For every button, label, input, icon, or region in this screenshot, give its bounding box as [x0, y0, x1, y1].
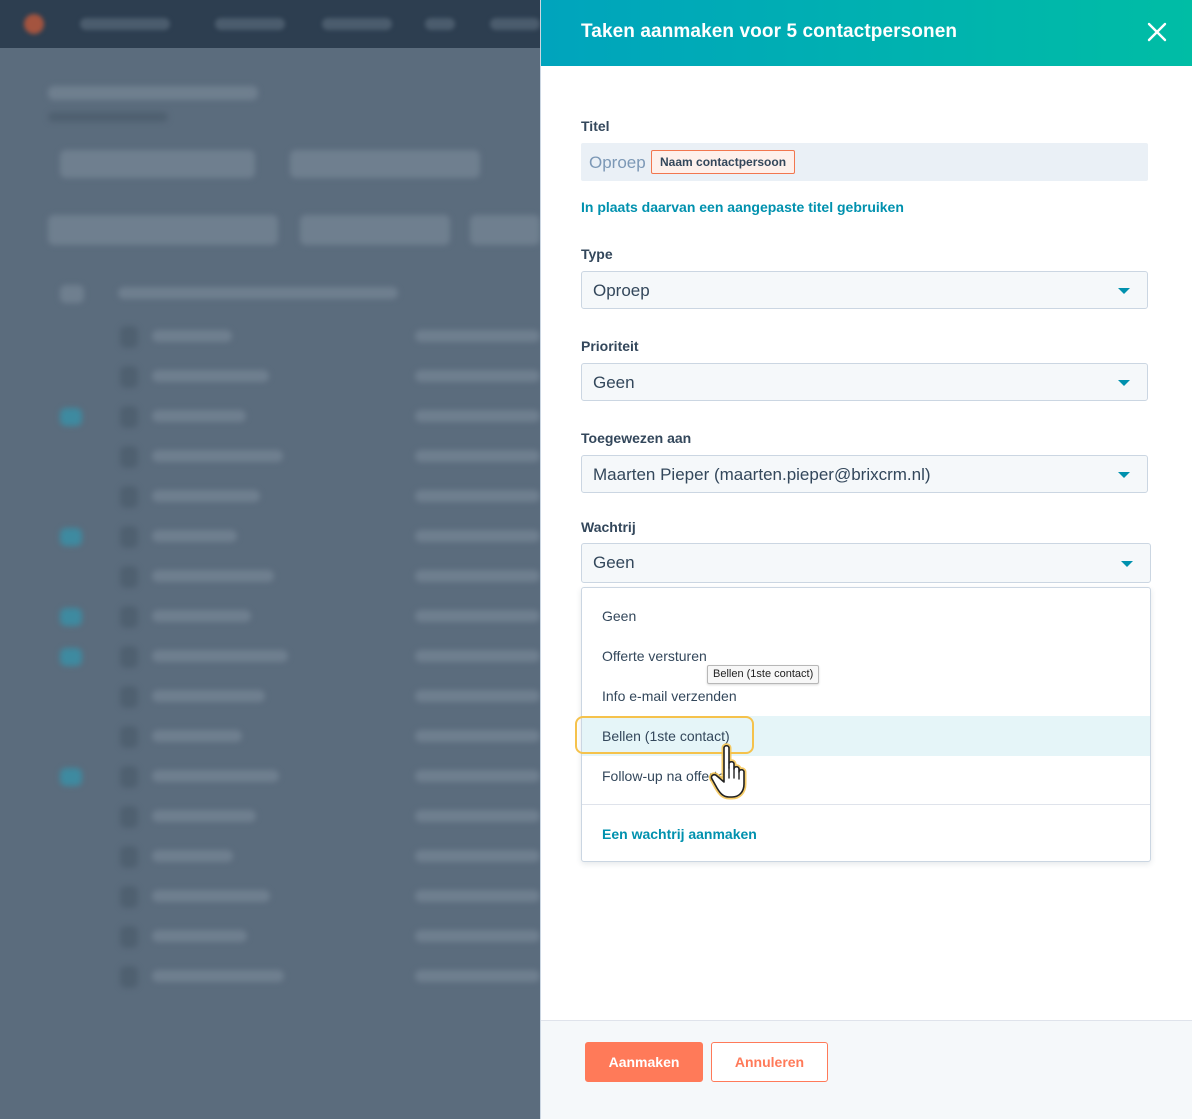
- queue-option[interactable]: Info e-mail verzenden: [582, 676, 1150, 716]
- create-tasks-panel: Taken aanmaken voor 5 contactpersonen Ti…: [540, 0, 1192, 1119]
- type-select[interactable]: Oproep: [581, 271, 1148, 309]
- background-row: [0, 318, 540, 358]
- background-row: [0, 598, 540, 638]
- background-row: [0, 558, 540, 598]
- panel-title: Taken aanmaken voor 5 contactpersonen: [581, 21, 958, 42]
- close-button[interactable]: [1143, 18, 1171, 46]
- queue-option-label: Info e-mail verzenden: [602, 688, 737, 704]
- background-row: [0, 758, 540, 798]
- create-queue-link[interactable]: Een wachtrij aanmaken: [602, 826, 757, 842]
- background-app: [0, 0, 540, 1119]
- contact-name-token[interactable]: Naam contactpersoon: [651, 150, 796, 174]
- background-top-nav: [0, 0, 540, 48]
- title-prefix: Oproep: [589, 153, 646, 172]
- background-row: [0, 678, 540, 718]
- caret-down-icon: [1118, 288, 1130, 294]
- create-button[interactable]: Aanmaken: [585, 1042, 703, 1082]
- queue-label: Wachtrij: [581, 519, 636, 535]
- priority-label: Prioriteit: [581, 338, 639, 354]
- panel-footer: Aanmaken Annuleren: [541, 1020, 1192, 1119]
- caret-down-icon: [1118, 472, 1130, 478]
- background-row: [0, 878, 540, 918]
- assignee-label: Toegewezen aan: [581, 430, 692, 446]
- background-row: [0, 838, 540, 878]
- background-logo-icon: [24, 14, 44, 34]
- queue-option-label: Offerte versturen: [602, 648, 707, 664]
- background-row: [0, 918, 540, 958]
- assignee-select[interactable]: Maarten Pieper (maarten.pieper@brixcrm.n…: [581, 455, 1148, 493]
- queue-option-label: Bellen (1ste contact): [602, 728, 730, 744]
- background-row: [0, 518, 540, 558]
- cancel-button[interactable]: Annuleren: [711, 1042, 828, 1082]
- type-value: Oproep: [593, 281, 650, 300]
- priority-value: Geen: [593, 373, 635, 392]
- queue-option-label: Geen: [602, 608, 637, 624]
- queue-option-highlighted[interactable]: Bellen (1ste contact): [582, 716, 1150, 756]
- type-label: Type: [581, 246, 613, 262]
- queue-value: Geen: [593, 553, 635, 572]
- queue-dropdown: Geen Offerte versturen Info e-mail verze…: [581, 587, 1151, 862]
- dropdown-divider: [582, 804, 1150, 805]
- background-row: [0, 438, 540, 478]
- panel-header: Taken aanmaken voor 5 contactpersonen: [541, 0, 1192, 66]
- close-icon: [1147, 22, 1167, 42]
- custom-title-link[interactable]: In plaats daarvan een aangepaste titel g…: [581, 199, 904, 215]
- queue-option[interactable]: Follow-up na offerte: [582, 756, 1150, 796]
- queue-option[interactable]: Offerte versturen: [582, 636, 1150, 676]
- background-row: [0, 958, 540, 998]
- title-input[interactable]: Oproep Naam contactpersoon: [581, 143, 1148, 181]
- queue-option[interactable]: Geen: [582, 596, 1150, 636]
- background-row: [0, 478, 540, 518]
- caret-down-icon: [1121, 561, 1133, 567]
- background-row: [0, 798, 540, 838]
- queue-select[interactable]: Geen: [581, 543, 1151, 583]
- background-row: [0, 638, 540, 678]
- queue-option-label: Follow-up na offerte: [602, 768, 726, 784]
- assignee-value: Maarten Pieper (maarten.pieper@brixcrm.n…: [593, 465, 931, 484]
- option-tooltip: Bellen (1ste contact): [707, 665, 820, 684]
- background-row: [0, 398, 540, 438]
- background-row: [0, 358, 540, 398]
- title-label: Titel: [581, 118, 610, 134]
- priority-select[interactable]: Geen: [581, 363, 1148, 401]
- caret-down-icon: [1118, 380, 1130, 386]
- background-row: [0, 718, 540, 758]
